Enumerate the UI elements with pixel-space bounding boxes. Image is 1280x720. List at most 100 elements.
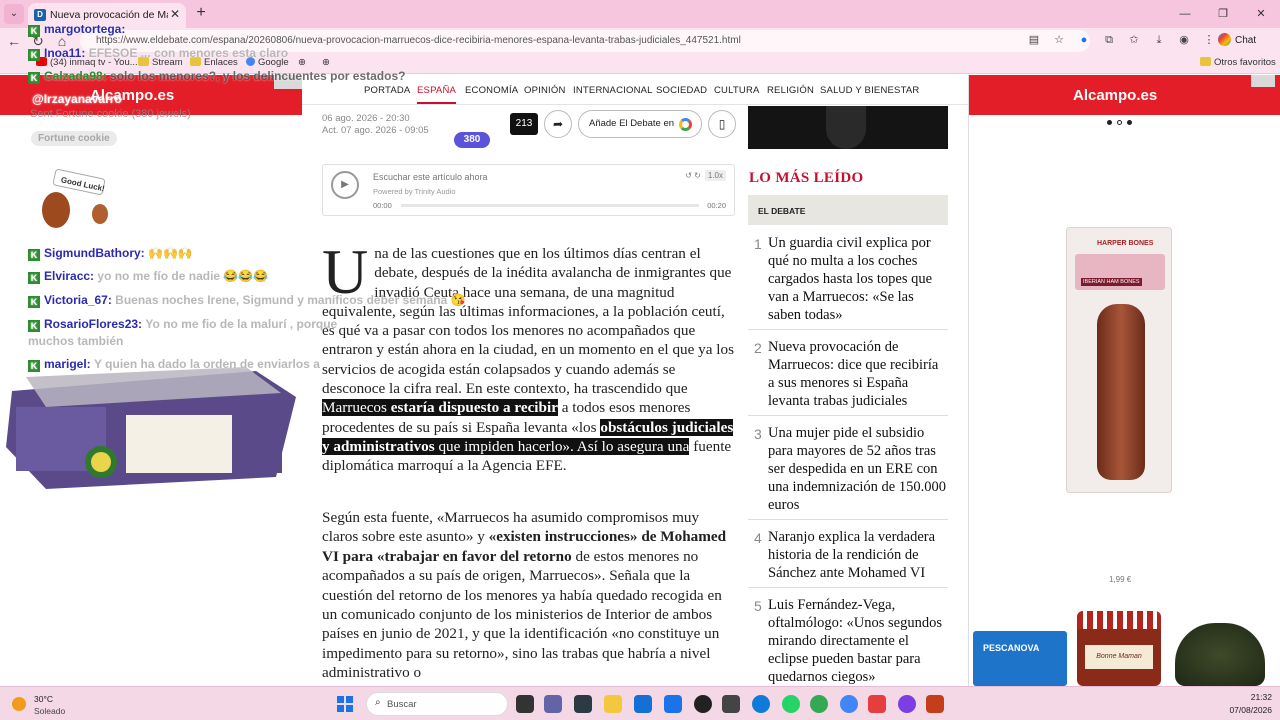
nav-religion[interactable]: RELIGIÓN (767, 85, 814, 96)
product-image-tray (6, 367, 296, 489)
system-clock[interactable]: 21:32 07/08/2026 (1229, 691, 1272, 717)
share-icon[interactable]: ➦ (544, 110, 572, 138)
windows-start-icon[interactable] (337, 696, 353, 712)
product-price: 1,99 € (1109, 575, 1132, 584)
task-view-icon[interactable] (516, 695, 534, 713)
file-explorer-icon[interactable] (604, 695, 622, 713)
extensions-puzzle-icon[interactable]: ⧉ (1101, 32, 1117, 48)
minimize-icon[interactable]: — (1166, 0, 1204, 28)
chat-message: K Calzada98: solo los menores?, y los del… (28, 69, 405, 84)
sidebar-photo[interactable] (748, 106, 948, 149)
nav-salud[interactable]: SALUD Y BIENESTAR (820, 85, 920, 96)
other-bookmarks[interactable]: Otros favoritos (1200, 57, 1276, 68)
app-icon[interactable] (574, 695, 592, 713)
ad-info-button[interactable] (1251, 75, 1275, 87)
most-read-item[interactable]: 4 Naranjo explica la verdadera historia d… (748, 528, 948, 588)
powerpoint-icon[interactable] (926, 695, 944, 713)
kick-icon: K (28, 272, 40, 284)
nav-cultura[interactable]: CULTURA (714, 85, 760, 96)
kick-icon: K (28, 360, 40, 372)
maximize-icon[interactable]: ❐ (1204, 0, 1242, 28)
most-read-item[interactable]: 2 Nueva provocación de Marruecos: dice qu… (748, 338, 948, 416)
window-controls: — ❐ ✕ (1166, 0, 1280, 28)
menu-dots-icon[interactable]: ⋮ (1201, 32, 1217, 48)
profile-icon[interactable]: ◉ (1176, 32, 1192, 48)
audio-time-end: 00:20 (707, 201, 726, 210)
google-icon (679, 118, 692, 131)
fortune-message: Sent Fortune cookie (380 jewels) (30, 108, 191, 120)
chat-message: muchos también (28, 334, 124, 348)
chat-message: @Irzayanavarro (32, 92, 122, 106)
product-brand: HARPER BONES (1097, 240, 1154, 247)
most-read-item[interactable]: 1 Un guardia civil explica por qué no mul… (748, 234, 948, 330)
chat-message: K Victoria_67: Buenas noches Irene, Sigmu… (28, 293, 466, 308)
good-luck-cookie-icon: Good Luck! (42, 169, 108, 228)
most-read-tab[interactable]: EL DEBATE (748, 195, 948, 225)
search-icon: ⌕ (375, 697, 381, 708)
close-window-icon[interactable]: ✕ (1242, 0, 1280, 28)
copilot-icon (1218, 33, 1231, 46)
nav-opinion[interactable]: OPINIÓN (524, 85, 566, 96)
sidebar: LO MÁS LEÍDO EL DEBATE 1 Un guardia civil… (748, 106, 968, 686)
edge-icon[interactable] (752, 695, 770, 713)
chat-message: Kmargotortega: (28, 22, 125, 37)
most-read-title: LO MÁS LEÍDO (749, 170, 864, 186)
rewind-icon[interactable]: ↺ (685, 171, 692, 180)
nav-internacional[interactable]: INTERNACIONAL (573, 85, 653, 96)
sun-icon (12, 697, 26, 711)
folder-icon (1200, 57, 1211, 66)
app-icon[interactable] (898, 695, 916, 713)
favorites-icon[interactable]: ✩ (1126, 32, 1142, 48)
speed-button[interactable]: 1.0x (704, 170, 726, 181)
close-tab-icon[interactable]: ✕ (170, 7, 180, 21)
chat-message: Kmarigel: Y quien ha dado la orden de en… (28, 357, 320, 372)
product-ham-bones[interactable]: HARPER BONES IBERIAN HAM BONES (1066, 227, 1172, 493)
most-read-item[interactable]: 5 Luis Fernández-Vega, oftalmólogo: «Unos… (748, 596, 948, 686)
whatsapp-icon[interactable] (782, 695, 800, 713)
chrome-icon[interactable] (810, 695, 828, 713)
carousel-dots[interactable] (1107, 120, 1132, 125)
fortune-cookie-badge: Fortune cookie (31, 131, 117, 146)
alcampo-ad-header[interactable]: Alcampo.es (969, 75, 1280, 115)
app-icon[interactable] (868, 695, 886, 713)
bookmark-star-icon[interactable]: ☆ (1051, 32, 1067, 48)
forward-icon[interactable]: ↻ (694, 171, 701, 180)
most-read-item[interactable]: 3 Una mujer pide el subsidio para mayores… (748, 424, 948, 520)
article-paragraph: Según esta fuente, «Marruecos ha asumido… (322, 509, 727, 682)
chat-message: K Inoa11: EFESOE ... con menores esta cla… (28, 46, 288, 61)
kick-icon: K (28, 25, 40, 37)
chat-message: K RosarioFlores23: Yo no me fio de la mal… (28, 317, 337, 332)
kick-icon: K (28, 320, 40, 332)
chat-message: K Elviracc: yo no me fío de nadie 😂😂😂 (28, 269, 268, 284)
chat-button[interactable]: Chat (1218, 32, 1274, 50)
product-cured-ham[interactable] (1175, 623, 1265, 686)
tab-search-button[interactable]: ⌄ (4, 4, 24, 24)
kick-icon: K (28, 72, 40, 84)
product-jam-jar[interactable]: Bonne Maman (1077, 611, 1161, 686)
chat-message: K SigmundBathory: 🙌🙌🙌 (28, 246, 193, 261)
outlook-icon[interactable] (664, 695, 682, 713)
app-icon[interactable] (722, 695, 740, 713)
product-pescanova[interactable]: PESCANOVA (973, 631, 1067, 686)
comments-button[interactable]: 213 (510, 113, 538, 135)
extension-icon[interactable]: ● (1076, 32, 1092, 48)
nav-sociedad[interactable]: SOCIEDAD (656, 85, 707, 96)
obs-icon[interactable] (694, 695, 712, 713)
downloads-icon[interactable]: ⤓ (1151, 32, 1167, 48)
reader-mode-icon[interactable]: ▤ (1026, 32, 1042, 48)
store-icon[interactable] (634, 695, 652, 713)
back-icon[interactable]: ← (4, 31, 24, 51)
stream-chat-overlay: Kmargotortega: K Inoa11: EFESOE ... con m… (28, 20, 468, 330)
toolbar-icons: ▤ ☆ ● ⧉ ✩ ⤓ ◉ ⋮ (1026, 32, 1217, 48)
bookmark-icon[interactable]: ▯ (708, 110, 736, 138)
alcampo-logo: Alcampo.es (1073, 87, 1158, 104)
right-ad-banner[interactable]: Alcampo.es HARPER BONES IBERIAN HAM BONE… (968, 75, 1280, 686)
kick-icon: K (28, 249, 40, 261)
add-to-google-button[interactable]: Añade El Debate en (578, 110, 702, 138)
teams-icon[interactable] (544, 695, 562, 713)
chrome-icon[interactable] (840, 695, 858, 713)
nav-economia[interactable]: ECONOMÍA (465, 85, 518, 96)
kick-icon: K (28, 49, 40, 61)
taskbar-search[interactable]: ⌕ Buscar (366, 692, 508, 716)
audio-controls: ↺ ↻ 1.0x (685, 170, 726, 181)
